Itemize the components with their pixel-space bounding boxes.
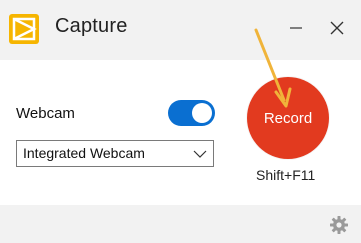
gear-icon (330, 216, 348, 234)
capture-window: Capture Webcam Integrated Webcam Record (0, 0, 361, 243)
minimize-icon (290, 27, 302, 29)
webcam-label: Webcam (16, 105, 75, 122)
record-shortcut: Shift+F11 (256, 167, 316, 183)
webcam-device-select[interactable]: Integrated Webcam (16, 140, 214, 167)
capture-app-icon (9, 14, 39, 44)
selected-device: Integrated Webcam (23, 145, 145, 161)
close-button[interactable] (323, 14, 351, 42)
chevron-down-icon (193, 150, 207, 158)
minimize-button[interactable] (282, 14, 310, 42)
record-button[interactable]: Record (247, 77, 329, 159)
toggle-knob (192, 103, 212, 123)
settings-button[interactable] (329, 215, 349, 235)
webcam-toggle[interactable] (168, 100, 215, 126)
close-icon (330, 21, 344, 35)
main-panel: Webcam Integrated Webcam Record Shift+F1… (0, 60, 361, 205)
title-bar: Capture (0, 0, 361, 60)
footer-bar (0, 205, 361, 243)
record-label: Record (263, 109, 313, 127)
app-title: Capture (55, 15, 128, 37)
